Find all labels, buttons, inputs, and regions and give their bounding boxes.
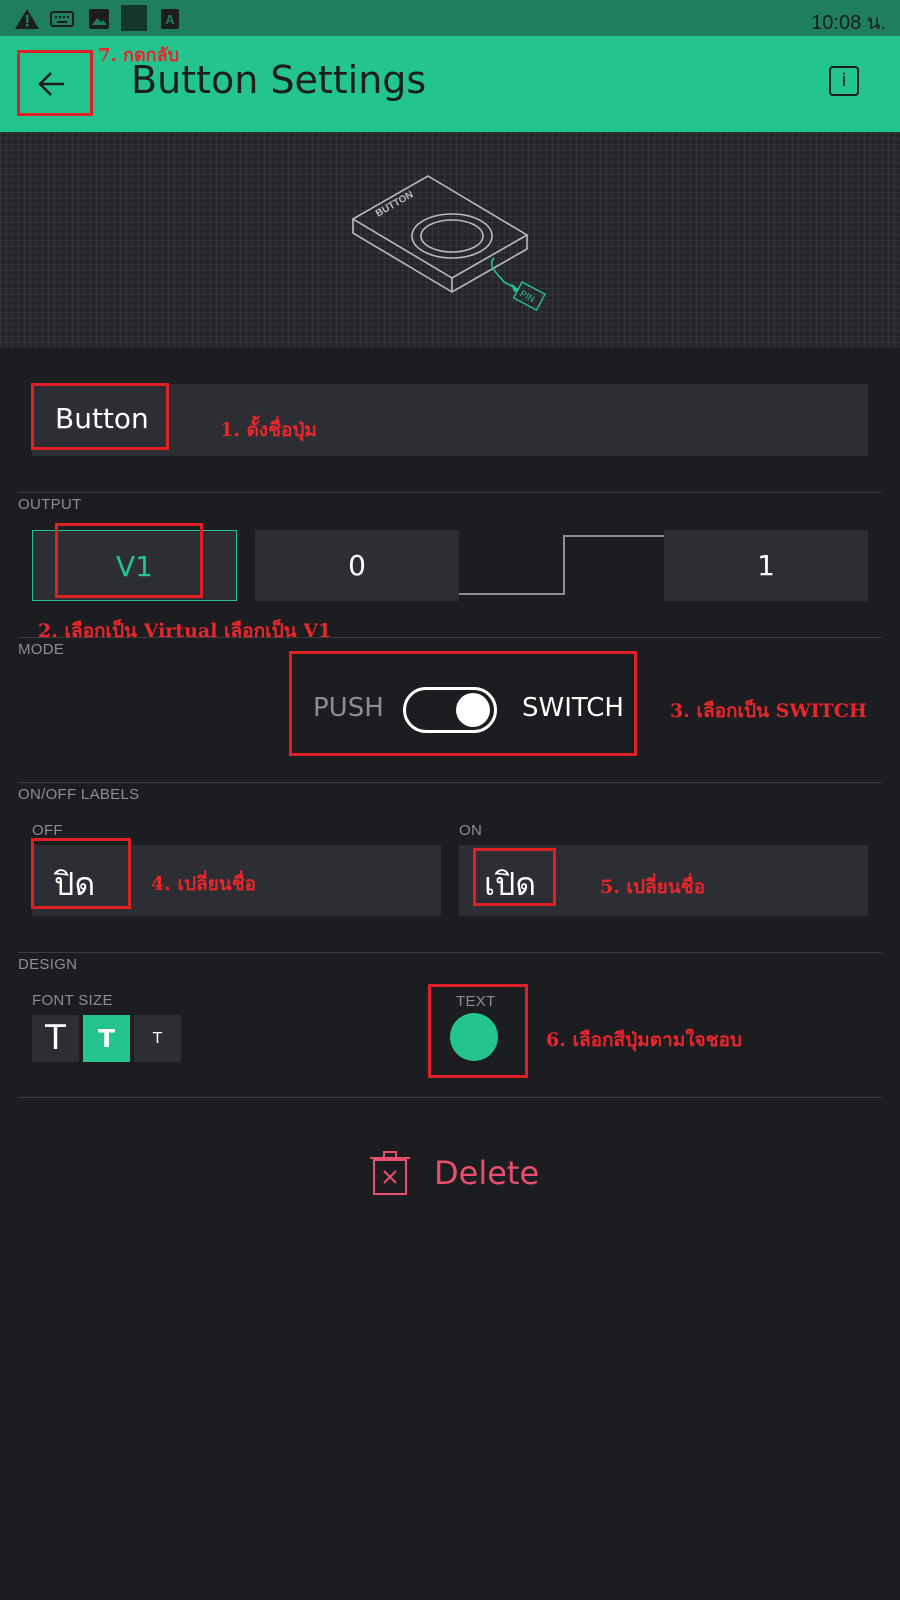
output-signal-graph xyxy=(459,535,664,595)
keyboard-icon xyxy=(50,11,74,27)
annotation-box-off xyxy=(31,838,131,909)
annotation-box-on xyxy=(473,848,556,906)
annotation-step5: 5. เปลี่ยนชื่อ xyxy=(600,876,706,898)
svg-text:A: A xyxy=(165,12,175,27)
delete-label: Delete xyxy=(434,1154,540,1192)
image-icon xyxy=(89,9,109,29)
annotation-step3: 3. เลือกเป็น SWITCH xyxy=(670,700,867,722)
font-size-label: FONT SIZE xyxy=(32,992,113,1009)
status-bar: A 10:08 น. xyxy=(0,0,900,36)
off-label-title: OFF xyxy=(32,822,63,839)
output-high-value[interactable]: 1 xyxy=(664,530,868,601)
annotation-step2: 2. เลือกเป็น Virtual เลือกเป็น V1 xyxy=(38,620,332,642)
annotation-step7: 7. กดกลับ xyxy=(98,45,179,66)
font-size-medium[interactable]: T xyxy=(83,1015,130,1062)
divider xyxy=(18,782,882,783)
device-label: BUTTON xyxy=(374,189,415,219)
annotation-step6: 6. เลือกสีปุ่มตามใจชอบ xyxy=(546,1029,742,1051)
annotation-box-pin xyxy=(55,523,203,598)
annotation-step1: 1. ตั้งชื่อปุ่ม xyxy=(220,419,317,441)
divider xyxy=(18,1097,882,1098)
output-low-value[interactable]: 0 xyxy=(255,530,459,601)
status-clock: 10:08 น. xyxy=(811,12,886,34)
app-icon xyxy=(121,5,147,31)
warning-icon xyxy=(15,9,39,29)
a-icon: A xyxy=(161,9,179,29)
divider xyxy=(18,952,882,953)
trash-icon xyxy=(370,1151,410,1195)
labels-section-label: ON/OFF LABELS xyxy=(18,786,140,803)
widget-illustration: BUTTON PIN xyxy=(0,132,900,348)
design-section-label: DESIGN xyxy=(18,956,78,973)
annotation-step4: 4. เปลี่ยนชื่อ xyxy=(151,873,257,895)
output-section-label: OUTPUT xyxy=(18,496,82,513)
divider xyxy=(18,492,882,493)
annotation-box-name xyxy=(31,383,169,450)
info-button[interactable]: i xyxy=(829,66,859,96)
annotation-box-mode xyxy=(289,651,637,756)
delete-button[interactable]: Delete xyxy=(370,1148,545,1200)
font-size-large[interactable]: T xyxy=(32,1015,79,1062)
font-size-small[interactable]: T xyxy=(134,1015,181,1062)
annotation-box-color xyxy=(428,984,528,1078)
on-label-title: ON xyxy=(459,822,483,839)
annotation-box-back xyxy=(17,50,93,116)
button-device-illustration: BUTTON PIN xyxy=(351,175,546,312)
